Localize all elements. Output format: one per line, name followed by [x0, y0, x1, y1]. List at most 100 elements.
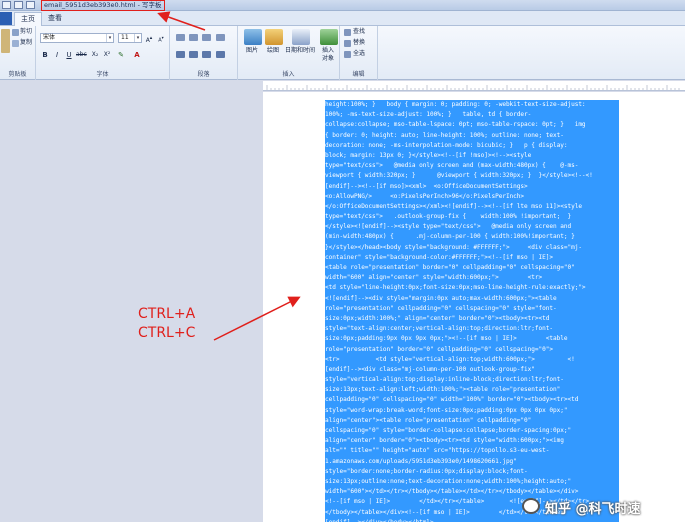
object-button-line2[interactable]: 对象: [322, 55, 334, 63]
ruler[interactable]: [263, 81, 685, 91]
document-line[interactable]: size:0px;width:100%;" align="center" bor…: [325, 313, 619, 325]
replace-icon[interactable]: [344, 40, 351, 47]
document-line[interactable]: <table role="presentation" border="0" ce…: [325, 263, 619, 274]
document-line[interactable]: cellpadding="0" cellspacing="0" width="1…: [325, 395, 619, 406]
font-family-select[interactable]: 宋体 ▾: [40, 33, 114, 43]
shrink-font-button[interactable]: A▾: [156, 33, 166, 44]
align-right-icon[interactable]: [202, 51, 211, 58]
justify-icon[interactable]: [216, 51, 225, 58]
clipboard-label: 剪贴板: [8, 71, 27, 78]
document-line[interactable]: [endif]--></div></body></html>: [325, 517, 619, 522]
font-label: 字体: [96, 71, 109, 78]
document-line[interactable]: </o:OfficeDocumentSettings></xml><![endi…: [325, 201, 619, 213]
document-text[interactable]: height:100%; } body { margin: 0; padding…: [325, 100, 619, 522]
select-all-icon[interactable]: [344, 51, 351, 58]
document-line[interactable]: size:13px;outline:none;text-decoration:n…: [325, 476, 619, 488]
paint-icon[interactable]: [265, 29, 283, 45]
align-center-icon[interactable]: [189, 51, 198, 58]
superscript-button[interactable]: X²: [102, 50, 112, 60]
document-line[interactable]: <tr> <td style="vertical-align:top;width…: [325, 354, 619, 365]
document-line[interactable]: 1.amazonaws.com/uploads/5951d3eb393e0/14…: [325, 456, 619, 467]
document-line[interactable]: <o:AllowPNG/> <o:PixelsPerInch>96</o:Pix…: [325, 191, 619, 202]
document-line[interactable]: [endif]--><div class="mj-column-per-100 …: [325, 364, 619, 376]
document-line[interactable]: block; margin: 13px 0; }</style><!--[if …: [325, 150, 619, 162]
find-icon[interactable]: [344, 29, 351, 36]
save-icon[interactable]: [14, 1, 23, 9]
insert-group: 图片 绘图 日期和时间 插入 对象 插入: [238, 26, 340, 80]
document-line[interactable]: (min-width:480px) { .mj-column-per-100 {…: [325, 232, 619, 243]
document-line[interactable]: role="presentation" border="0" cellpaddi…: [325, 344, 619, 355]
paint-button[interactable]: 绘图: [267, 47, 279, 55]
document-line[interactable]: type="text/css"> .outlook-group-fix { wi…: [325, 212, 619, 223]
subscript-button[interactable]: X₂: [90, 50, 100, 60]
tab-view[interactable]: 查看: [42, 12, 68, 26]
datetime-button[interactable]: 日期和时间: [285, 47, 315, 55]
zhihu-logo-icon: [522, 498, 540, 514]
document-line[interactable]: size:0px;padding:9px 0px 9px 0px;"><!--[…: [325, 334, 619, 345]
ruler-ticks: [266, 85, 680, 90]
grow-font-button[interactable]: A▴: [144, 33, 154, 44]
document-line[interactable]: width="600" align="center" style="width:…: [325, 273, 619, 284]
picture-icon[interactable]: [244, 29, 262, 45]
font-family-value: 宋体: [43, 34, 56, 41]
select-all-button[interactable]: 全选: [353, 50, 365, 58]
document-page[interactable]: height:100%; } body { margin: 0; padding…: [263, 92, 685, 522]
cut-button[interactable]: 剪切: [20, 28, 32, 36]
editing-label: 编辑: [352, 71, 365, 78]
picture-button[interactable]: 图片: [246, 47, 258, 55]
document-line[interactable]: </style><![endif]--><style type="text/cs…: [325, 222, 619, 233]
document-line[interactable]: style="text-align:center;vertical-align:…: [325, 324, 619, 335]
copy-button[interactable]: 复制: [20, 39, 32, 47]
font-color-icon[interactable]: A: [132, 50, 142, 60]
undo-icon[interactable]: [26, 1, 35, 9]
object-button-line1[interactable]: 插入: [322, 47, 334, 55]
document-line[interactable]: 100%; -ms-text-size-adjust: 100%; } tabl…: [325, 110, 619, 121]
align-left-icon[interactable]: [176, 51, 185, 58]
cut-icon[interactable]: [12, 29, 19, 36]
find-button[interactable]: 查找: [353, 28, 365, 36]
document-line[interactable]: height:100%; } body { margin: 0; padding…: [325, 100, 619, 111]
copy-icon[interactable]: [12, 40, 19, 47]
strikethrough-button[interactable]: abc: [76, 50, 87, 60]
document-line[interactable]: width="600"></td></tr></tbody></table></…: [325, 487, 619, 498]
italic-button[interactable]: I: [52, 50, 62, 60]
document-line[interactable]: align="center"><table role="presentation…: [325, 415, 619, 426]
document-line[interactable]: style="word-wrap:break-word;font-size:0p…: [325, 405, 619, 416]
insert-label: 插入: [282, 71, 295, 78]
underline-button[interactable]: U: [64, 50, 74, 60]
document-line[interactable]: [endif]--><!--[if mso]><xml> <o:OfficeDo…: [325, 181, 619, 192]
replace-button[interactable]: 替换: [353, 39, 365, 47]
document-line[interactable]: alt="" title="" height="auto" src="https…: [325, 446, 619, 457]
document-line[interactable]: <![endif]--><div style="margin:0px auto;…: [325, 293, 619, 304]
bold-button[interactable]: B: [40, 50, 50, 60]
tab-home[interactable]: 主页: [14, 12, 42, 26]
font-size-select[interactable]: 11 ▾: [118, 33, 142, 43]
document-line[interactable]: cellspacing="0" style="border-collapse:c…: [325, 426, 619, 437]
editing-group: 查找 替换 全选 编辑: [340, 26, 378, 80]
document-line[interactable]: style="border:none;border-radius:0px;dis…: [325, 466, 619, 477]
document-line[interactable]: size:13px;text-align:left;width:100%;"><…: [325, 385, 619, 396]
line-spacing-icon[interactable]: [216, 34, 225, 41]
document-line[interactable]: align="center" border="0"><tbody><tr><td…: [325, 436, 619, 447]
shortcut-annotation-copy: CTRL+C: [138, 325, 196, 341]
increase-indent-icon[interactable]: [189, 34, 198, 41]
document-line[interactable]: viewport { width:320px; } @viewport { wi…: [325, 171, 619, 182]
calendar-icon[interactable]: [292, 29, 310, 45]
document-line[interactable]: collapse:collapse; mso-table-lspace: 0pt…: [325, 120, 619, 131]
document-line[interactable]: decoration: none; -ms-interpolation-mode…: [325, 140, 619, 151]
document-line[interactable]: { border: 0; height: auto; line-height: …: [325, 130, 619, 141]
decrease-indent-icon[interactable]: [176, 34, 185, 41]
window-title: email_5951d3eb393e0.html - 写字板: [41, 0, 165, 11]
document-line[interactable]: type="text/css"> @media only screen and …: [325, 161, 619, 172]
document-line[interactable]: <td style="line-height:0px;font-size:0px…: [325, 283, 619, 294]
document-line[interactable]: }</style></head><body style="background:…: [325, 242, 619, 253]
document-line[interactable]: role="presentation" cellpadding="0" cell…: [325, 303, 619, 314]
object-icon[interactable]: [320, 29, 338, 45]
file-menu-button[interactable]: [0, 12, 12, 25]
paragraph-label: 段落: [197, 71, 210, 78]
document-line[interactable]: container" style="background-color:#FFFF…: [325, 252, 619, 263]
document-line[interactable]: style="vertical-align:top;display:inline…: [325, 375, 619, 386]
paste-icon[interactable]: [1, 29, 10, 53]
bullet-list-icon[interactable]: [202, 34, 211, 41]
highlight-icon[interactable]: ✎: [116, 50, 126, 60]
